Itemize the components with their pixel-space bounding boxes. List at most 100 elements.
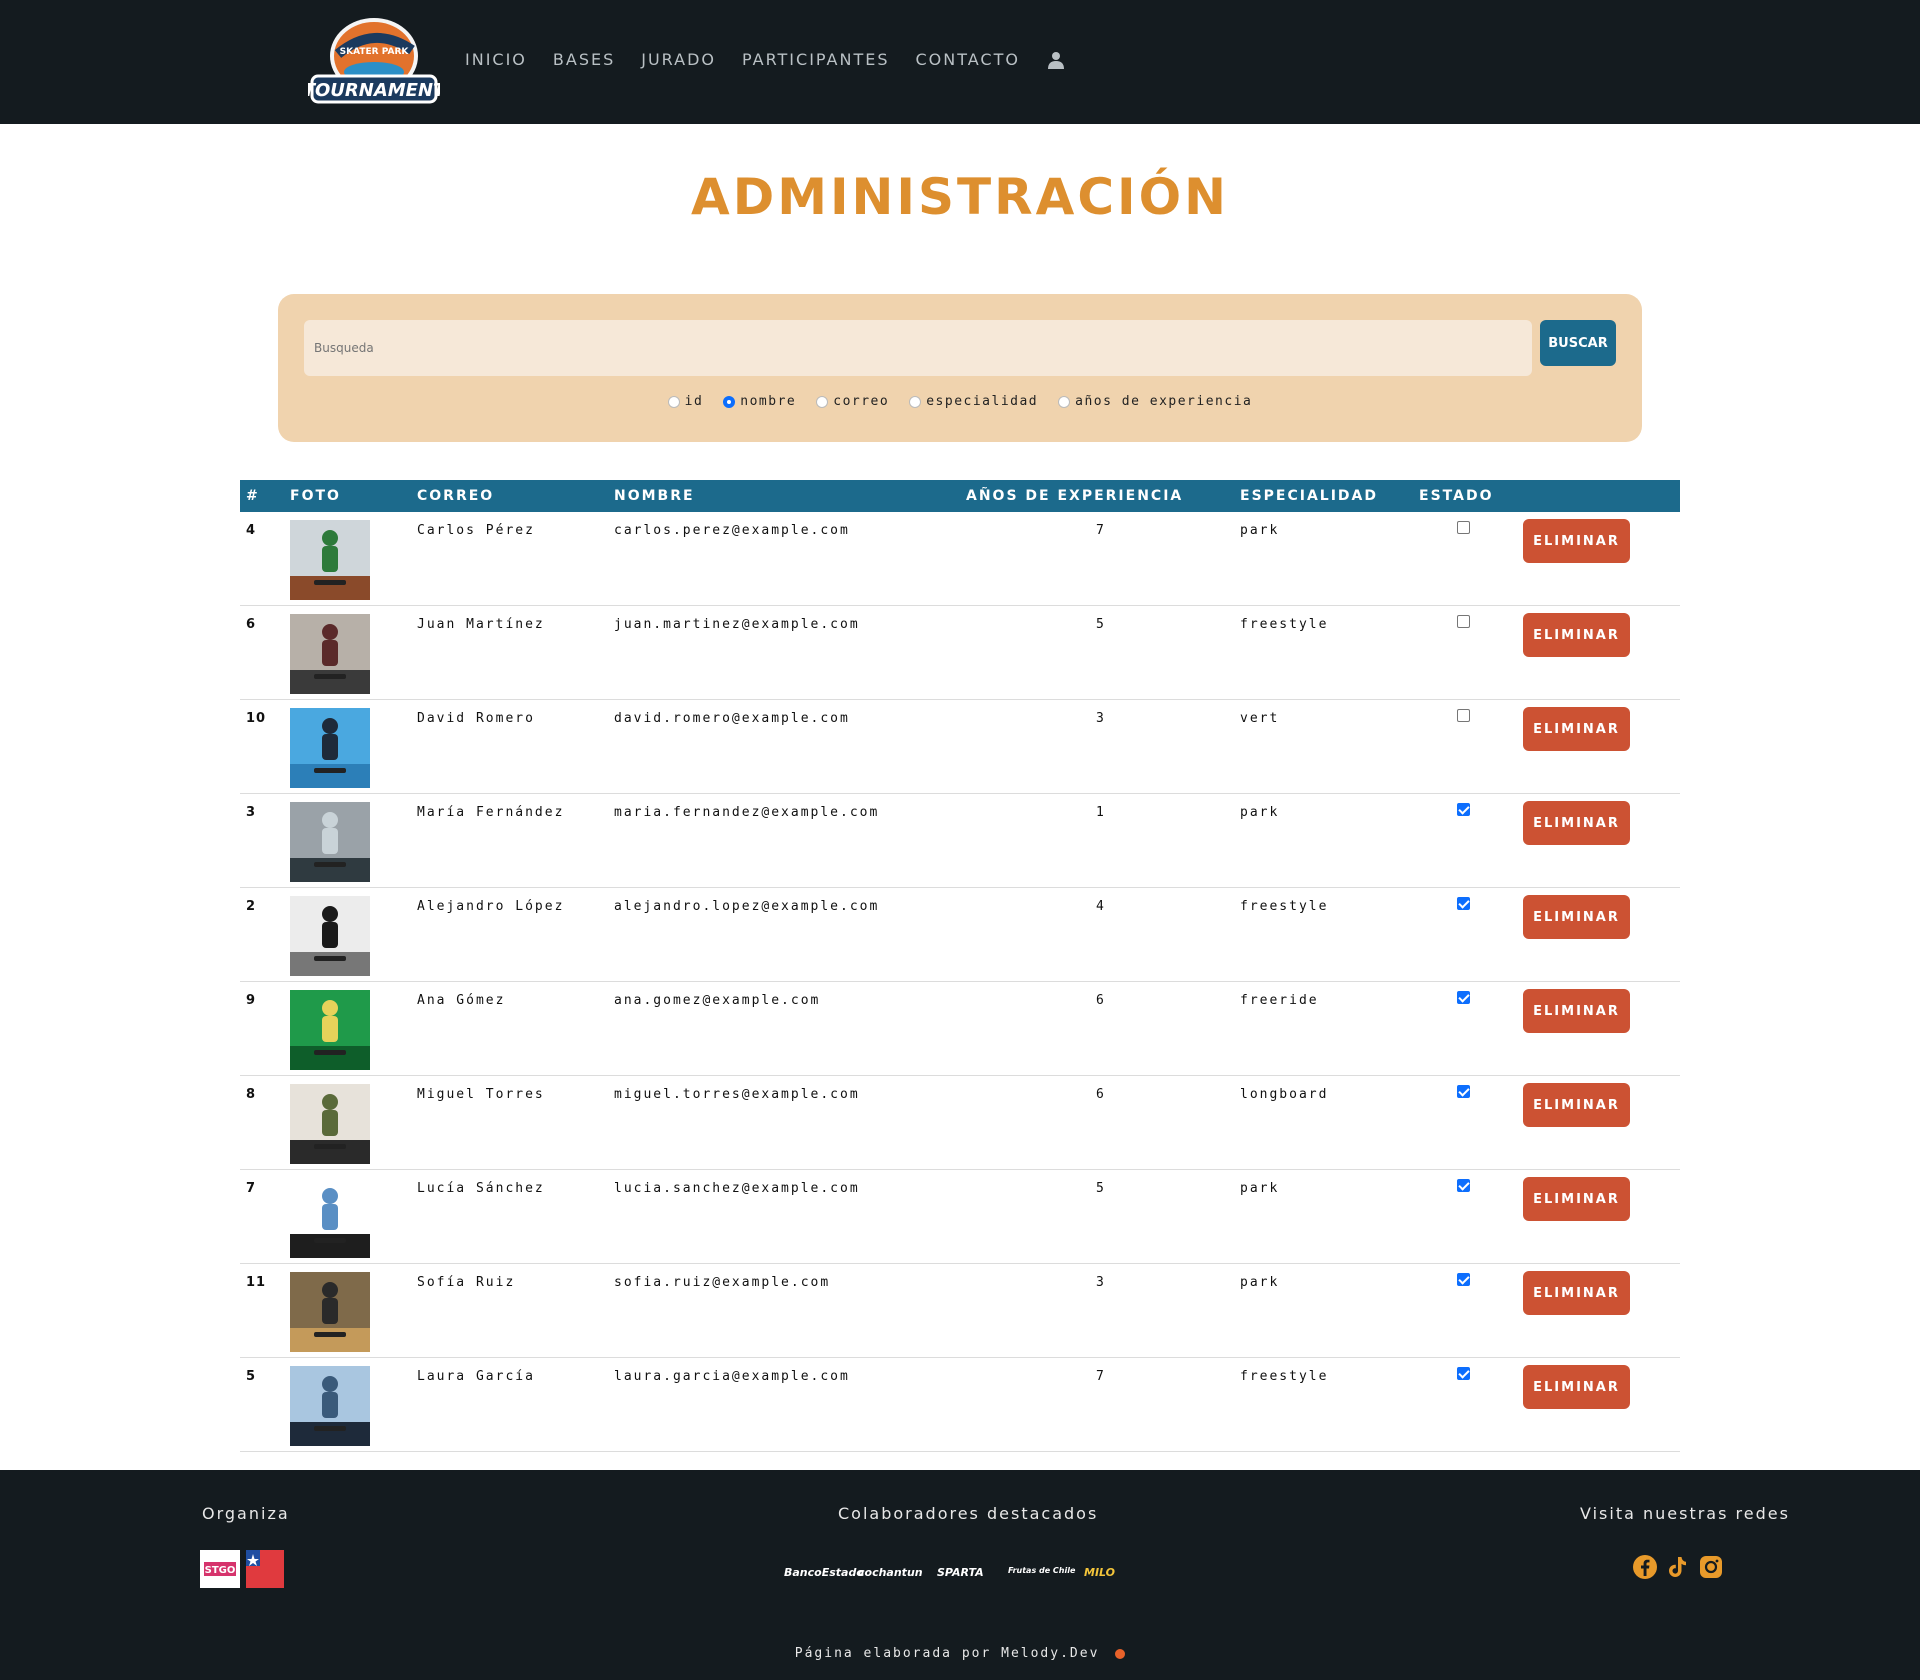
estado-checkbox[interactable] bbox=[1457, 1273, 1470, 1286]
tiktok-icon[interactable] bbox=[1664, 1554, 1690, 1580]
cell-name: María Fernández bbox=[417, 805, 565, 820]
delete-button[interactable]: ELIMINAR bbox=[1523, 895, 1630, 939]
delete-button[interactable]: ELIMINAR bbox=[1523, 1271, 1630, 1315]
cell-years: 4 bbox=[1096, 899, 1106, 914]
delete-button[interactable]: ELIMINAR bbox=[1523, 989, 1630, 1033]
sponsor-frutas-de-chile: Frutas de Chile bbox=[1008, 1566, 1076, 1575]
radio-dot[interactable] bbox=[723, 395, 736, 408]
facebook-icon[interactable] bbox=[1632, 1554, 1658, 1580]
header-id: # bbox=[246, 488, 260, 504]
estado-checkbox[interactable] bbox=[1457, 709, 1470, 722]
table-row: 8 Miguel Torres miguel.torres@example.co… bbox=[240, 1076, 1680, 1170]
estado-checkbox[interactable] bbox=[1457, 1179, 1470, 1192]
cell-years: 7 bbox=[1096, 1369, 1106, 1384]
site-logo[interactable]: TOURNAMENT SKATER PARK bbox=[308, 14, 440, 112]
cell-email: juan.martinez@example.com bbox=[614, 617, 860, 632]
cell-name: Alejandro López bbox=[417, 899, 565, 914]
estado-checkbox[interactable] bbox=[1457, 615, 1470, 628]
estado-checkbox[interactable] bbox=[1457, 897, 1470, 910]
delete-button[interactable]: ELIMINAR bbox=[1523, 1177, 1630, 1221]
nav-link-contacto[interactable]: CONTACTO bbox=[915, 50, 1019, 69]
cell-id: 6 bbox=[246, 617, 257, 632]
radio-dot[interactable] bbox=[909, 395, 922, 408]
cell-years: 6 bbox=[1096, 1087, 1106, 1102]
participant-photo bbox=[290, 1084, 370, 1164]
delete-button[interactable]: ELIMINAR bbox=[1523, 801, 1630, 845]
cell-specialty: park bbox=[1240, 523, 1280, 538]
participant-photo bbox=[290, 708, 370, 788]
stgo-logo: STGO bbox=[200, 1550, 240, 1588]
cell-years: 3 bbox=[1096, 1275, 1106, 1290]
participant-photo bbox=[290, 1272, 370, 1352]
radio-anos-experiencia[interactable]: años de experiencia bbox=[1058, 394, 1252, 409]
delete-button[interactable]: ELIMINAR bbox=[1523, 613, 1630, 657]
radio-dot[interactable] bbox=[816, 395, 829, 408]
cell-name: Ana Gómez bbox=[417, 993, 506, 1008]
delete-button[interactable]: ELIMINAR bbox=[1523, 1083, 1630, 1127]
cell-name: Juan Martínez bbox=[417, 617, 545, 632]
radio-label: años de experiencia bbox=[1075, 394, 1253, 409]
nav-link-bases[interactable]: BASES bbox=[553, 50, 615, 69]
radio-label: nombre bbox=[740, 394, 797, 409]
estado-checkbox[interactable] bbox=[1457, 991, 1470, 1004]
cell-id: 2 bbox=[246, 899, 257, 914]
nav-link-jurado[interactable]: JURADO bbox=[641, 50, 716, 69]
radio-label: correo bbox=[833, 394, 890, 409]
estado-checkbox[interactable] bbox=[1457, 1367, 1470, 1380]
search-button[interactable]: BUSCAR bbox=[1540, 320, 1616, 366]
radio-id[interactable]: id bbox=[667, 394, 704, 409]
cell-id: 5 bbox=[246, 1369, 257, 1384]
cell-email: ana.gomez@example.com bbox=[614, 993, 821, 1008]
sponsor-cochantun: cochantun bbox=[858, 1566, 923, 1579]
table-row: 7 Lucía Sánchez lucia.sanchez@example.co… bbox=[240, 1170, 1680, 1264]
participant-photo bbox=[290, 802, 370, 882]
estado-checkbox[interactable] bbox=[1457, 803, 1470, 816]
nav-link-participantes[interactable]: PARTICIPANTES bbox=[742, 50, 889, 69]
delete-button[interactable]: ELIMINAR bbox=[1523, 519, 1630, 563]
cell-email: sofia.ruiz@example.com bbox=[614, 1275, 831, 1290]
participant-photo bbox=[290, 990, 370, 1070]
cell-specialty: park bbox=[1240, 1181, 1280, 1196]
cell-id: 3 bbox=[246, 805, 257, 820]
cell-specialty: freestyle bbox=[1240, 1369, 1329, 1384]
estado-checkbox[interactable] bbox=[1457, 1085, 1470, 1098]
cell-years: 7 bbox=[1096, 523, 1106, 538]
search-input[interactable] bbox=[304, 320, 1532, 376]
cell-name: Lucía Sánchez bbox=[417, 1181, 545, 1196]
nav-link-inicio[interactable]: INICIO bbox=[465, 50, 527, 69]
table-row: 10 David Romero david.romero@example.com… bbox=[240, 700, 1680, 794]
participant-photo bbox=[290, 1366, 370, 1446]
participants-table: # FOTO CORREO NOMBRE AÑOS DE EXPERIENCIA… bbox=[240, 480, 1680, 1452]
table-row: 6 Juan Martínez juan.martinez@example.co… bbox=[240, 606, 1680, 700]
radio-dot[interactable] bbox=[1058, 395, 1071, 408]
delete-button[interactable]: ELIMINAR bbox=[1523, 1365, 1630, 1409]
cell-email: laura.garcia@example.com bbox=[614, 1369, 850, 1384]
estado-checkbox[interactable] bbox=[1457, 521, 1470, 534]
radio-especialidad[interactable]: especialidad bbox=[909, 394, 1038, 409]
table-body: 4 Carlos Pérez carlos.perez@example.com … bbox=[240, 512, 1680, 1452]
footer-colaboradores: Colaboradores destacados bbox=[838, 1504, 1099, 1523]
radio-correo[interactable]: correo bbox=[816, 394, 889, 409]
gobierno-de-chile-logo bbox=[246, 1550, 284, 1588]
radio-dot[interactable] bbox=[667, 395, 680, 408]
cell-id: 4 bbox=[246, 523, 257, 538]
header-nombre: NOMBRE bbox=[614, 488, 695, 504]
cell-name: Miguel Torres bbox=[417, 1087, 545, 1102]
cell-id: 11 bbox=[246, 1275, 267, 1290]
footer-redes: Visita nuestras redes bbox=[1580, 1504, 1790, 1523]
cell-email: alejandro.lopez@example.com bbox=[614, 899, 880, 914]
table-row: 11 Sofía Ruiz sofia.ruiz@example.com 3 p… bbox=[240, 1264, 1680, 1358]
radio-nombre[interactable]: nombre bbox=[723, 394, 796, 409]
user-icon[interactable] bbox=[1047, 51, 1064, 69]
radio-label: id bbox=[684, 394, 704, 409]
table-row: 4 Carlos Pérez carlos.perez@example.com … bbox=[240, 512, 1680, 606]
navbar: TOURNAMENT SKATER PARK INICIO BASES JURA… bbox=[0, 0, 1920, 124]
logo-text-skater-park: SKATER PARK bbox=[340, 47, 410, 57]
table-row: 5 Laura García laura.garcia@example.com … bbox=[240, 1358, 1680, 1452]
cell-years: 5 bbox=[1096, 617, 1106, 632]
instagram-icon[interactable] bbox=[1698, 1554, 1724, 1580]
delete-button[interactable]: ELIMINAR bbox=[1523, 707, 1630, 751]
radio-label: especialidad bbox=[926, 394, 1039, 409]
header-estado: ESTADO bbox=[1419, 488, 1494, 504]
header-foto: FOTO bbox=[290, 488, 341, 504]
